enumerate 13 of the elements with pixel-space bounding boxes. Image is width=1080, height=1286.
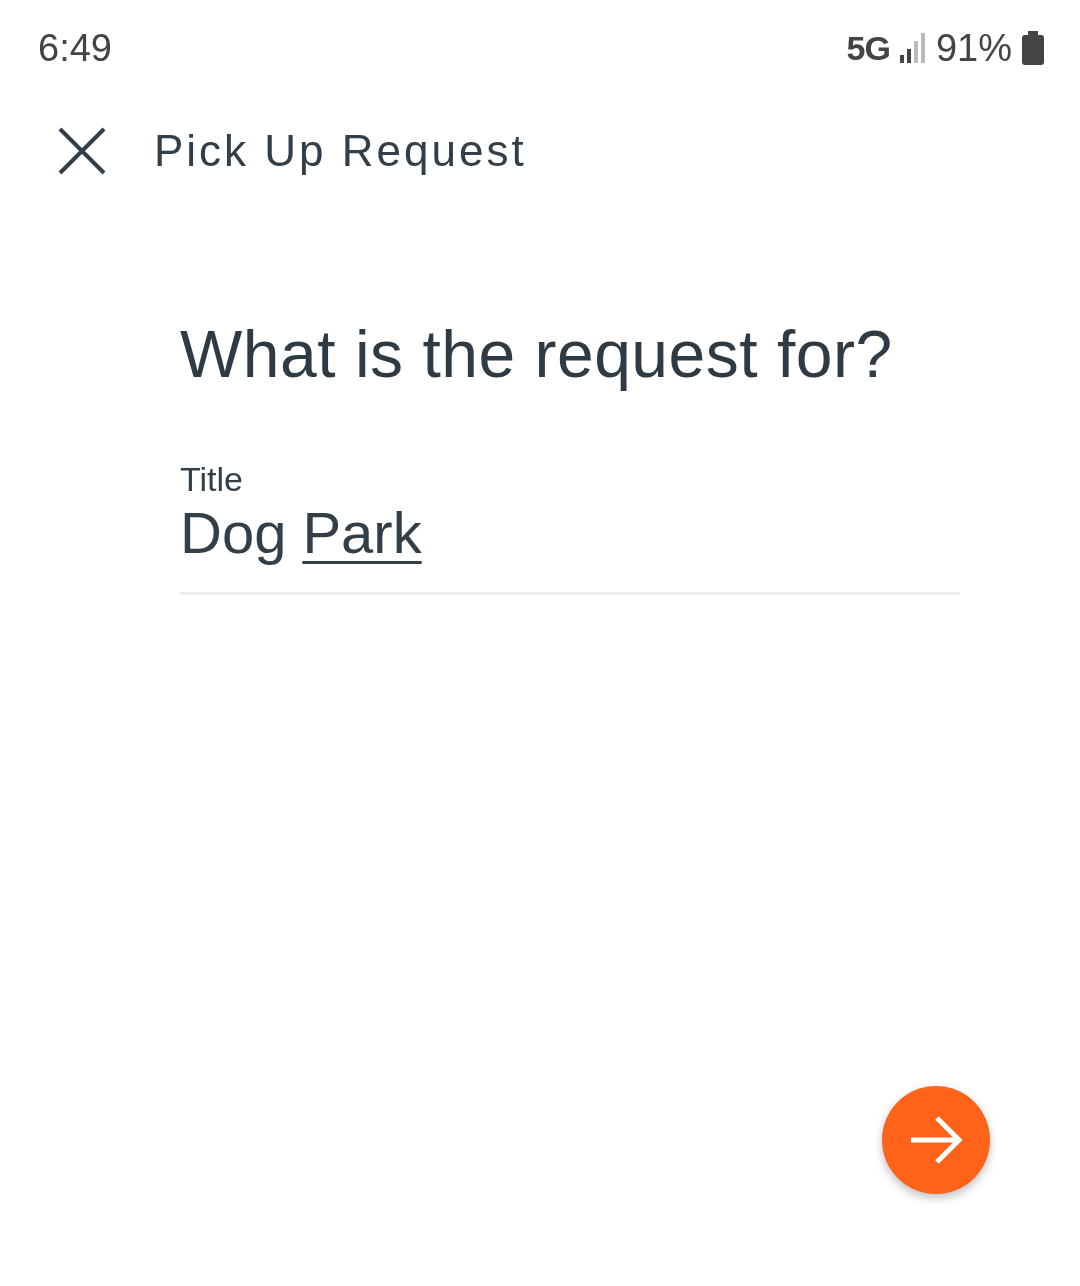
field-label: Title: [180, 460, 243, 499]
arrow-right-icon: [909, 1116, 963, 1164]
network-label: 5G: [846, 28, 890, 68]
battery-percent: 91%: [935, 26, 1012, 70]
screen-title: Pick Up Request: [154, 126, 527, 176]
signal-icon: [899, 33, 926, 63]
question-heading: What is the request for?: [180, 316, 894, 392]
close-button[interactable]: [56, 125, 108, 177]
next-button[interactable]: [882, 1086, 990, 1194]
close-icon: [56, 125, 108, 177]
title-field[interactable]: Dog Park: [180, 499, 960, 595]
status-time: 6:49: [38, 26, 112, 70]
battery-icon: [1022, 31, 1044, 65]
